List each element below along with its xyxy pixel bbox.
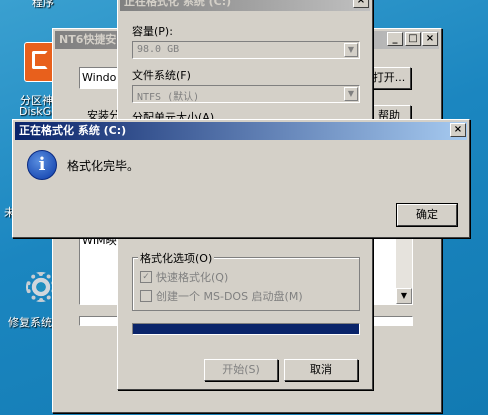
format-close-button[interactable]: × [353,0,369,8]
desktop-label-repair[interactable]: 修复系统 [8,314,52,330]
capacity-value: 98.0 GB [137,44,180,55]
chevron-down-icon: ▼ [344,87,358,101]
browse-button[interactable]: 打开... [367,67,411,89]
start-button[interactable]: 开始(S) [204,359,278,381]
cancel-button[interactable]: 取消 [284,359,358,381]
info-icon: i [27,150,57,180]
dialog-message: 格式化完毕。 [67,159,140,173]
quick-format-checkbox: ✓ [140,271,152,283]
chevron-down-icon: ▼ [344,43,358,57]
quick-format-label: 快速格式化(Q) [156,271,229,284]
close-button[interactable]: × [422,32,438,46]
ok-button[interactable]: 确定 [396,203,458,227]
minimize-button[interactable]: _ [387,32,403,46]
capacity-label: 容量(P): [132,25,173,38]
filesystem-value: NTFS (默认) [137,92,200,103]
nt6-title: NT6快捷安 [59,33,117,46]
format-progress-fill [133,324,359,334]
options-label: 格式化选项(O) [138,250,215,266]
msdos-label: 创建一个 MS-DOS 启动盘(M) [156,290,303,303]
filesystem-label: 文件系统(F) [132,69,191,82]
dialog-title-bar[interactable]: 正在格式化 系统 (C:) [15,122,467,140]
maximize-button[interactable]: □ [405,32,421,46]
info-icon-glyph: i [38,154,46,175]
desktop-label-programs[interactable]: 程序 [32,0,54,10]
format-title: 正在格式化 系统 (C:) [124,0,232,8]
dialog-title: 正在格式化 系统 (C:) [19,124,127,137]
filesystem-select: NTFS (默认) ▼ [132,85,360,103]
dialog-close-button[interactable]: × [450,123,466,137]
nt6-combo-text: Windo [82,71,117,84]
format-title-bar[interactable]: 正在格式化 系统 (C:) [120,0,370,11]
msdos-checkbox [140,290,152,302]
completion-dialog[interactable]: 正在格式化 系统 (C:) × i 格式化完毕。 确定 [12,119,470,238]
scroll-down-icon[interactable]: ▼ [396,288,412,304]
format-progress-bar [132,323,360,335]
capacity-select: 98.0 GB ▼ [132,41,360,59]
